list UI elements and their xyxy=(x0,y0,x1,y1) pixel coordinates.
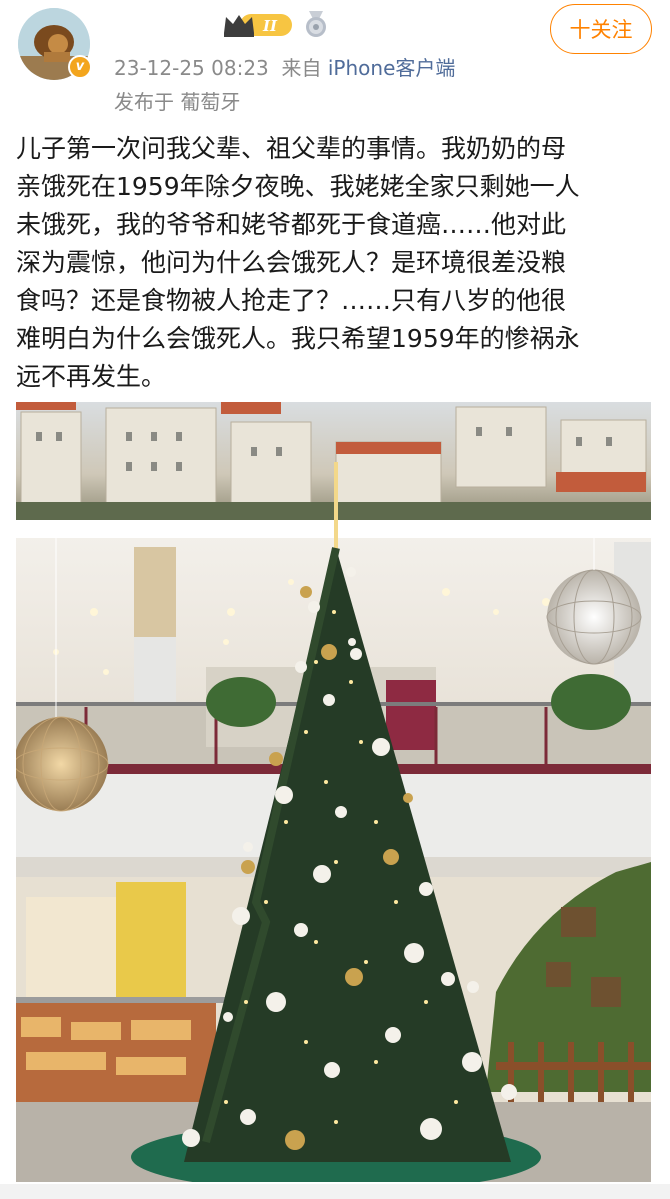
source-prefix: 来自 xyxy=(281,56,322,80)
post-meta: 23-12-25 08:23 来自 iPhone客户端 xyxy=(114,52,455,81)
medal-icon xyxy=(306,11,326,37)
post-location: 发布于 葡萄牙 xyxy=(114,90,241,114)
source-link[interactable]: iPhone客户端 xyxy=(328,56,456,80)
christmas-tree-photo[interactable] xyxy=(16,402,651,1182)
post-timestamp: 23-12-25 08:23 xyxy=(114,56,269,80)
vip-level-label: II xyxy=(262,17,278,35)
post-header: v II 十关注 23-12-25 08:23 来自 iPhone客户端 发布于… xyxy=(0,0,670,120)
verified-badge: v xyxy=(68,55,92,79)
verified-badge-label: v xyxy=(75,59,85,74)
follow-button[interactable]: 十关注 xyxy=(550,4,652,54)
bottom-strip xyxy=(0,1184,670,1199)
post-content: 儿子第一次问我父辈、祖父辈的事情。我奶奶的母 亲饿死在1959年除夕夜晚、我姥姥… xyxy=(16,134,580,391)
vip-crown-badge: II xyxy=(224,14,292,37)
